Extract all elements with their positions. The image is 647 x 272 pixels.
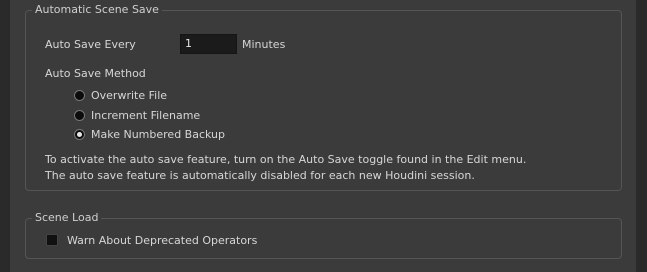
auto-save-help-line-2: The auto save feature is automatically d… [45,169,475,182]
auto-save-method-label: Auto Save Method [45,67,146,80]
automatic-scene-save-title: Automatic Scene Save [32,3,162,17]
increment-filename-radio[interactable] [74,110,85,121]
scene-load-title: Scene Load [32,211,102,225]
auto-save-every-label: Auto Save Every [45,38,136,51]
warn-deprecated-operators-checkbox[interactable] [46,234,58,246]
make-numbered-backup-label[interactable]: Make Numbered Backup [91,128,225,142]
overwrite-file-label[interactable]: Overwrite File [91,89,167,103]
auto-save-help-line-1: To activate the auto save feature, turn … [45,153,527,166]
make-numbered-backup-radio[interactable] [74,129,85,140]
overwrite-file-radio[interactable] [74,90,85,101]
minutes-label: Minutes [242,38,286,51]
increment-filename-label[interactable]: Increment Filename [91,109,200,123]
warn-deprecated-operators-label[interactable]: Warn About Deprecated Operators [67,234,257,248]
auto-save-interval-field[interactable]: 1 [180,34,237,54]
